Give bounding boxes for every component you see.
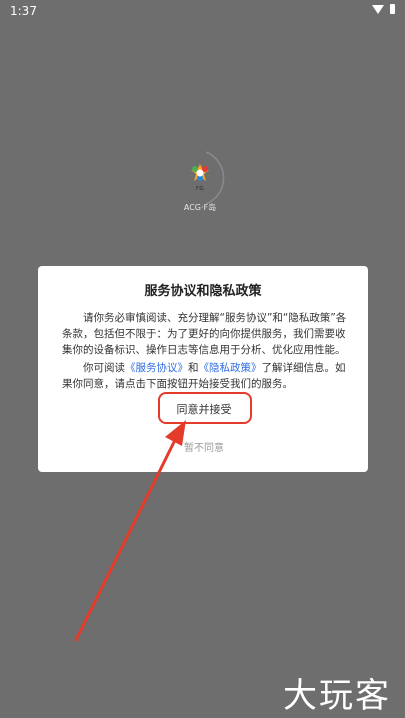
dialog-paragraph-1: 请你务必审慎阅读、充分理解“服务协议”和“隐私政策”各条款，包括但不限于：为了更… — [62, 312, 347, 356]
status-bar: 1:37 — [0, 0, 405, 24]
privacy-policy-link[interactable]: 《隐私政策》 — [199, 362, 262, 374]
dialog-paragraph-2: 你可阅读《服务协议》和《隐私政策》了解详细信息。如果你同意，请点击下面按钮开始接… — [62, 360, 352, 392]
dialog-body: 请你务必审慎阅读、充分理解“服务协议”和“隐私政策”各条款，包括但不限于：为了更… — [62, 310, 352, 394]
watermark: 大玩客 — [283, 676, 391, 716]
paragraph2-prefix: 你可阅读 — [83, 362, 125, 374]
wifi-icon — [372, 4, 384, 14]
dialog-title: 服务协议和隐私政策 — [144, 284, 262, 299]
highlight-box — [158, 392, 252, 424]
disagree-button[interactable]: 暂不同意 — [164, 439, 244, 459]
app-name: ACG·F岛 — [183, 203, 217, 212]
and-text: 和 — [188, 362, 199, 374]
logo-label: F岛 — [196, 185, 204, 192]
consent-dialog: 服务协议和隐私政策 请你务必审慎阅读、充分理解“服务协议”和“隐私政策”各条款，… — [38, 266, 368, 472]
status-icons — [372, 4, 395, 14]
service-agreement-link[interactable]: 《服务协议》 — [125, 362, 188, 374]
battery-icon — [390, 4, 395, 14]
status-time: 1:37 — [10, 4, 37, 18]
app-logo-icon: F岛 — [191, 151, 225, 205]
